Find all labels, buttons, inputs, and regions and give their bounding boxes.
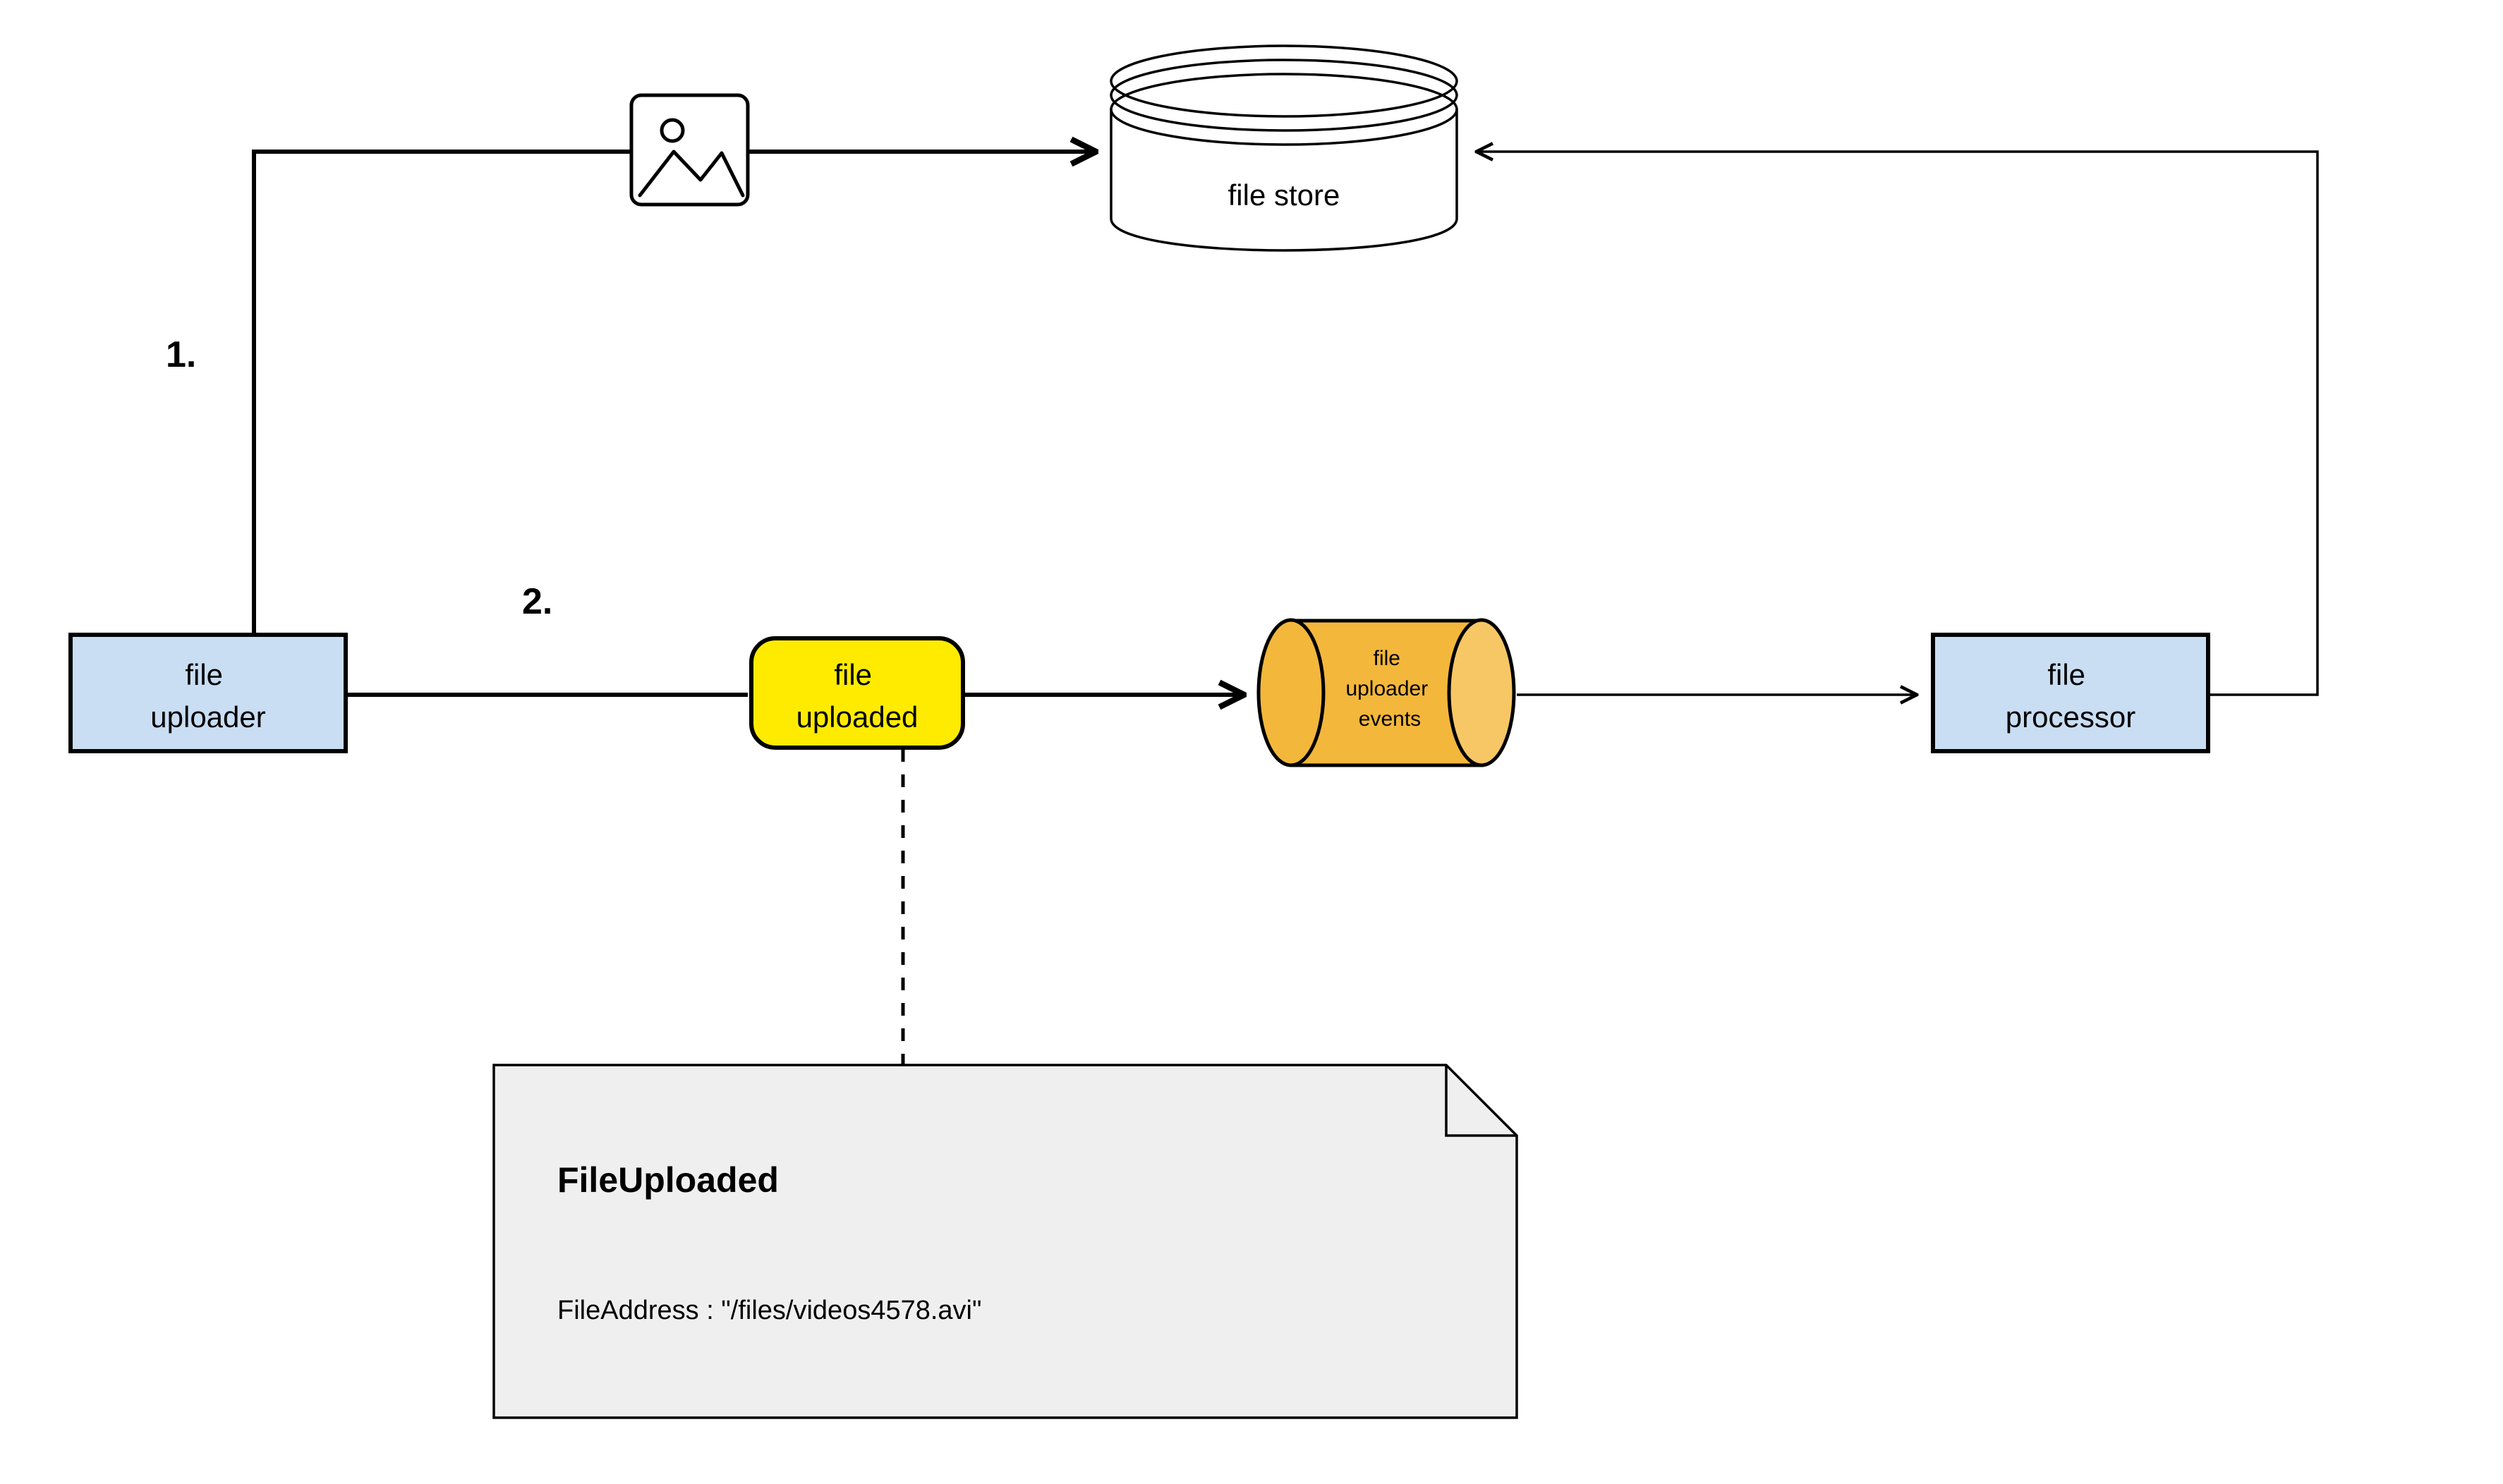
step-two-label: 2. <box>522 581 552 622</box>
step-one-label: 1. <box>166 334 196 375</box>
file-uploader-node: file uploader <box>71 635 346 751</box>
edge-uploader-to-store <box>254 152 1093 635</box>
file-processor-node: file processor <box>1933 635 2208 751</box>
file-store-node: file store <box>1111 46 1457 250</box>
note-body: FileAddress : "/files/videos4578.avi" <box>557 1296 982 1325</box>
file-uploaded-node: file uploaded <box>751 638 963 748</box>
note-box: FileUploaded FileAddress : "/files/video… <box>494 1065 1517 1418</box>
note-title: FileUploaded <box>557 1160 779 1200</box>
file-store-label: file store <box>1228 178 1340 212</box>
edge-processor-to-store <box>1478 152 2317 695</box>
image-icon <box>631 95 748 205</box>
file-uploader-events-node: file uploader events <box>1259 620 1514 765</box>
